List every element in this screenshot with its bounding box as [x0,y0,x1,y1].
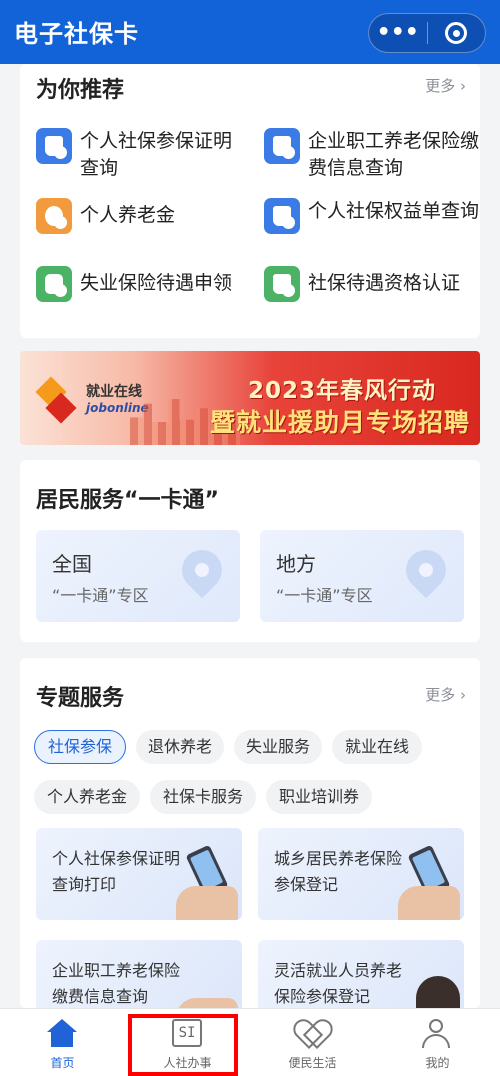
document-check-icon [264,266,300,302]
record-icon [445,22,468,44]
banner-brand: 就业在线 [86,384,142,400]
chip-personal-pension[interactable]: 个人养老金 [34,780,140,814]
recommend-item-label: 个人养老金 [80,204,176,226]
app-title: 电子社保卡 [14,20,139,48]
user-icon [422,1019,450,1049]
banner-brand-en: jobonline [86,401,149,415]
recommend-item-label: 个人社保权益单查询 [308,200,480,222]
service-card-label: 城乡居民养老保险参保登记 [274,849,403,894]
recommend-item[interactable]: 社保待遇资格认证 [264,266,488,302]
recommend-item-label: 失业保险待遇申领 [80,272,233,294]
local-one-card-tile[interactable]: 地方 “一卡通”专区 [260,530,464,622]
handshake-heart-icon [297,1019,325,1047]
chip-card-service[interactable]: 社保卡服务 [150,780,256,814]
tile-subtitle: “一卡通”专区 [52,586,149,605]
tab-convenience-life[interactable]: 便民生活 [250,1009,375,1076]
recommend-item[interactable]: 个人社保参保证明查询 [36,128,240,182]
piggy-bank-icon [36,198,72,234]
recommend-more-link[interactable]: 更多 › [425,75,466,96]
more-menu-button[interactable]: ••• [369,22,427,44]
chip-employment-online[interactable]: 就业在线 [332,730,422,764]
recommend-item-label: 社保待遇资格认证 [308,272,461,294]
banner-headline: 2023年春风行动 [248,378,437,404]
recommend-item[interactable]: 企业职工养老保险缴费信息查询 [264,128,488,182]
service-card[interactable]: 城乡居民养老保险参保登记 [258,828,464,920]
chip-social-insurance[interactable]: 社保参保 [34,730,126,764]
tab-label: 便民生活 [288,1056,337,1070]
service-card[interactable]: 个人社保参保证明查询打印 [36,828,242,920]
hand-illustration [398,886,460,920]
bottom-tab-bar: 首页 SI 人社办事 便民生活 我的 [0,1008,500,1076]
document-search-icon [264,128,300,164]
tab-label: 我的 [425,1056,450,1070]
tile-title: 全国 [52,552,92,576]
bag-icon [36,266,72,302]
tile-subtitle: “一卡通”专区 [276,586,373,605]
mini-program-capsule: ••• [368,13,486,53]
national-one-card-tile[interactable]: 全国 “一卡通”专区 [36,530,240,622]
service-card-label: 灵活就业人员养老保险参保登记 [274,961,403,1006]
special-title: 专题服务 [36,686,125,711]
jobonline-logo [34,376,78,424]
service-card-label: 个人社保参保证明查询打印 [52,849,181,894]
app-header: 电子社保卡 ••• [0,0,500,64]
map-pin-icon [173,541,231,599]
recommend-item[interactable]: 个人社保权益单查询 [264,198,488,234]
tab-mine[interactable]: 我的 [375,1009,500,1076]
recommend-card: 为你推荐 更多 › 个人社保参保证明查询 企业职工养老保险缴费信息查询 个人养老… [20,64,480,338]
tile-title: 地方 [276,552,316,576]
special-services-section: 专题服务 更多 › 社保参保 退休养老 失业服务 就业在线 个人养老金 社保卡服… [20,658,480,1032]
recommend-item-label: 企业职工养老保险缴费信息查询 [308,130,480,179]
document-search-icon [36,128,72,164]
one-card-section: 居民服务“一卡通” 全国 “一卡通”专区 地方 “一卡通”专区 [20,460,480,642]
recommend-item-label: 个人社保参保证明查询 [80,130,233,179]
tab-label: 首页 [50,1056,75,1070]
recommend-title: 为你推荐 [36,78,125,103]
special-more-link[interactable]: 更多 › [425,684,466,705]
chip-training-voucher[interactable]: 职业培训券 [266,780,372,814]
recommend-item[interactable]: 失业保险待遇申领 [36,266,270,302]
recommend-item[interactable]: 个人养老金 [36,198,240,234]
chip-retirement[interactable]: 退休养老 [136,730,224,764]
one-card-title: 居民服务“一卡通” [36,488,219,513]
document-search-icon [264,198,300,234]
promo-banner[interactable]: 就业在线 jobonline 2023年春风行动 暨就业援助月专场招聘 [20,351,480,445]
banner-subheadline: 暨就业援助月专场招聘 [210,408,471,437]
highlight-annotation-box [128,1014,238,1076]
service-card-label: 企业职工养老保险缴费信息查询 [52,961,181,1006]
tab-home[interactable]: 首页 [0,1009,125,1076]
home-icon [47,1019,77,1047]
map-pin-icon [397,541,455,599]
hand-illustration [176,886,238,920]
close-mini-program-button[interactable] [427,22,485,44]
chip-unemployment[interactable]: 失业服务 [234,730,322,764]
